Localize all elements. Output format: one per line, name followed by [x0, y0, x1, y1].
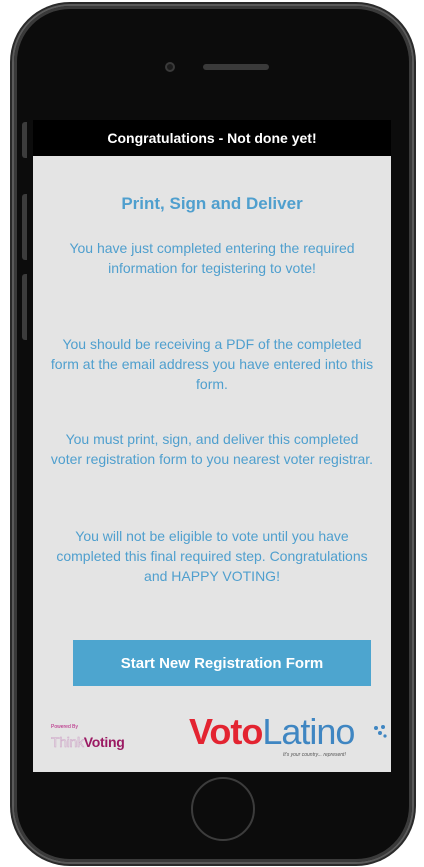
paragraph-print-sign-deliver: You must print, sign, and deliver this c…: [50, 431, 374, 467]
start-new-registration-button[interactable]: Start New Registration Form: [73, 640, 371, 686]
think-voting-wordmark: ThinkVoting: [51, 734, 125, 751]
home-button-icon[interactable]: [191, 777, 255, 841]
voto-text: Voto: [189, 711, 263, 752]
volume-down-button[interactable]: [22, 274, 27, 340]
volume-up-button[interactable]: [22, 194, 27, 260]
title-bar: Congratulations - Not done yet!: [33, 120, 391, 156]
voto-latino-logo[interactable]: VotoLatino It's your country... represen…: [189, 712, 389, 764]
page-title: Print, Sign and Deliver: [121, 194, 303, 213]
earpiece-speaker: [203, 64, 269, 70]
voto-latino-dots-icon: [374, 725, 387, 738]
paragraph-completed: You have just completed entering the req…: [69, 240, 355, 276]
app-screen: Congratulations - Not done yet! Print, S…: [33, 120, 391, 772]
paragraph-pdf-email: You should be receiving a PDF of the com…: [50, 336, 374, 392]
think-voting-logo[interactable]: Powered By ThinkVoting: [51, 724, 161, 758]
voto-latino-tagline: It's your country... represent!: [283, 752, 346, 758]
mute-switch[interactable]: [22, 122, 27, 158]
front-camera-icon: [165, 62, 175, 72]
confirmation-panel: Print, Sign and Deliver You have just co…: [33, 156, 391, 772]
paragraph-eligibility: You will not be eligible to vote until y…: [56, 528, 368, 584]
voto-latino-wordmark: VotoLatino: [189, 711, 355, 752]
powered-by-label: Powered By: [51, 724, 78, 730]
voting-text: Voting: [83, 734, 125, 750]
think-text: Think: [51, 734, 85, 751]
latino-text: Latino: [262, 711, 355, 752]
